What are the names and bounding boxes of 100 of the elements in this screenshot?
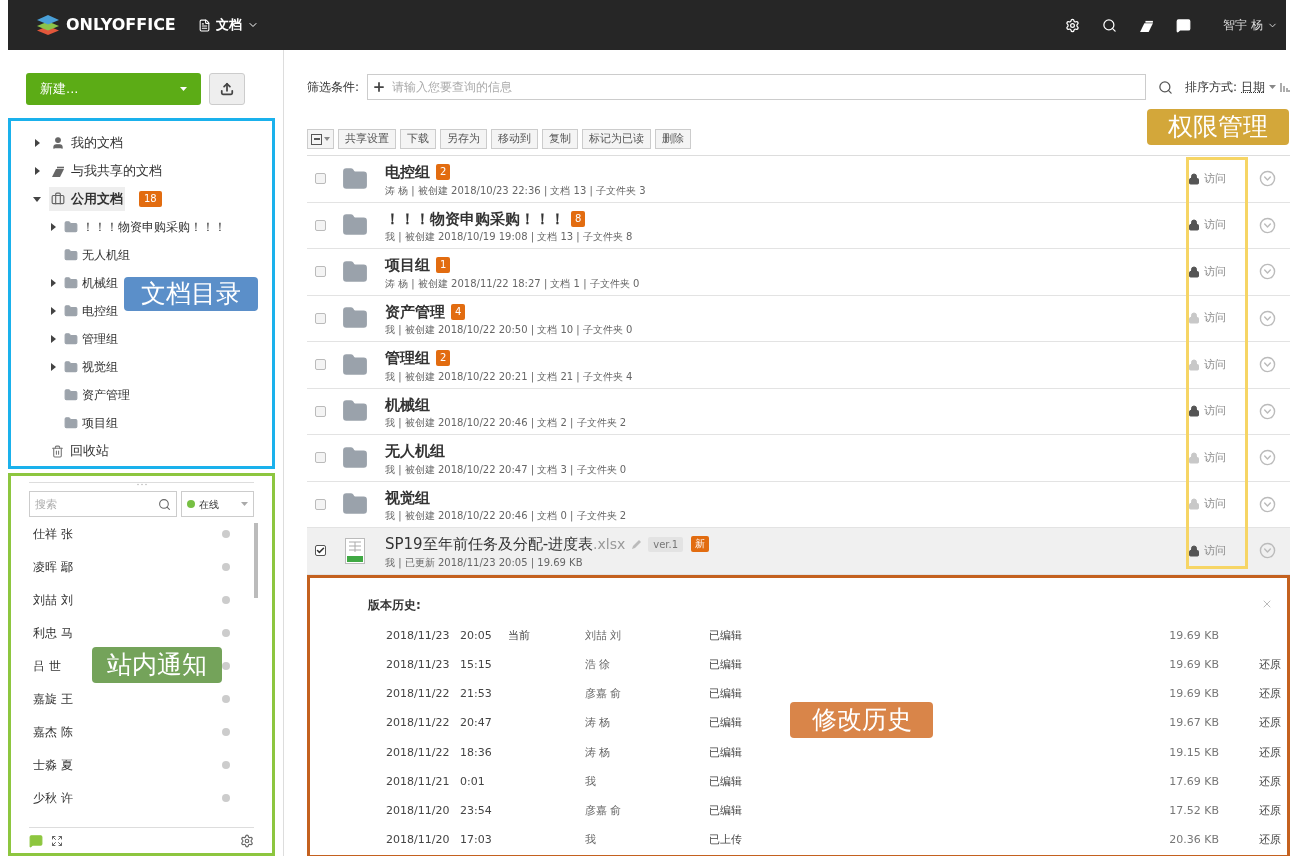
- restore-link[interactable]: 还原: [1259, 657, 1281, 674]
- version-tag[interactable]: ver.1: [648, 536, 684, 552]
- caret-icon[interactable]: [49, 223, 57, 231]
- tree-item[interactable]: 资产管理: [64, 386, 130, 404]
- restore-link[interactable]: 还原: [1259, 773, 1281, 791]
- tree-item[interactable]: 项目组: [64, 414, 118, 432]
- checkbox[interactable]: [315, 173, 326, 185]
- menu-icon[interactable]: [1258, 356, 1276, 374]
- file-row[interactable]: 无人机组 我 | 被创建 2018/10/22 20:47 | 文档 3 | 子文件夹 0 访问: [307, 435, 1290, 482]
- caret-icon[interactable]: [49, 335, 57, 343]
- file-row[interactable]: 机械组 我 | 被创建 2018/10/22 20:46 | 文档 2 | 子文件夹 2 访问: [307, 388, 1290, 435]
- tree-item[interactable]: 与我共享的文档: [49, 159, 164, 183]
- restore-link[interactable]: 还原: [1259, 802, 1281, 820]
- toolbar-button[interactable]: 共享设置: [338, 129, 396, 149]
- access-link[interactable]: 访问: [1204, 496, 1226, 513]
- checkbox[interactable]: [315, 219, 326, 231]
- restore-link[interactable]: 还原: [1259, 686, 1281, 703]
- file-row[interactable]: ！！！物资申购采购！！！ 8 我 | 被创建 2018/10/19 19:08 | 文档 13 | 子文件夹 8 访问: [307, 202, 1290, 249]
- menu-icon[interactable]: [1258, 495, 1276, 513]
- settings-icon[interactable]: [1065, 17, 1081, 33]
- upload-button[interactable]: [209, 73, 245, 105]
- search-icon[interactable]: [1102, 17, 1118, 33]
- contact-name[interactable]: 凌晖 鄢: [33, 557, 73, 576]
- item-title[interactable]: 项目组: [385, 254, 430, 277]
- module-menu[interactable]: 文档: [197, 15, 259, 35]
- restore-link[interactable]: 还原: [1259, 744, 1281, 762]
- caret-icon[interactable]: [33, 167, 41, 175]
- item-title[interactable]: 视觉组: [385, 486, 430, 509]
- item-title[interactable]: 机械组: [385, 393, 430, 416]
- file-row[interactable]: 电控组 2 涛 杨 | 被创建 2018/10/23 22:36 | 文档 13 | 子文件夹 3 访问: [307, 156, 1290, 203]
- checkbox[interactable]: [315, 359, 326, 371]
- sort-dropdown[interactable]: 日期: [1241, 78, 1276, 96]
- toolbar-button[interactable]: 删除: [655, 129, 691, 149]
- item-title[interactable]: ！！！物资申购采购！！！: [385, 207, 565, 230]
- contact-name[interactable]: 吕 世: [33, 656, 61, 675]
- search-icon[interactable]: [1157, 79, 1173, 95]
- checkbox[interactable]: [315, 405, 326, 417]
- caret-icon[interactable]: [49, 363, 57, 371]
- access-link[interactable]: 访问: [1204, 449, 1226, 466]
- restore-link[interactable]: 还原: [1259, 832, 1281, 849]
- tree-item[interactable]: 回收站: [49, 439, 111, 463]
- access-link[interactable]: 访问: [1204, 403, 1226, 420]
- access-link[interactable]: 访问: [1204, 217, 1226, 234]
- toolbar-button[interactable]: 下载: [400, 129, 436, 149]
- menu-icon[interactable]: [1258, 402, 1276, 420]
- access-link[interactable]: 访问: [1204, 310, 1226, 327]
- item-title[interactable]: 无人机组: [385, 440, 445, 463]
- caret-icon[interactable]: [49, 279, 57, 287]
- menu-icon[interactable]: [1258, 542, 1276, 560]
- access-link[interactable]: 访问: [1204, 263, 1226, 280]
- toolbar-button[interactable]: 另存为: [440, 129, 487, 149]
- menu-icon[interactable]: [1258, 449, 1276, 467]
- select-all-dropdown[interactable]: [307, 129, 334, 149]
- checkbox[interactable]: [315, 545, 326, 557]
- item-title[interactable]: 电控组: [385, 161, 430, 184]
- contact-name[interactable]: 士淼 夏: [33, 755, 73, 774]
- menu-icon[interactable]: [1258, 170, 1276, 188]
- sort-order-icon[interactable]: [1280, 82, 1290, 92]
- tree-item[interactable]: 公用文档: [49, 187, 125, 211]
- status-dropdown[interactable]: 在线: [181, 491, 254, 517]
- contact-name[interactable]: 利忠 马: [33, 623, 73, 642]
- search-box[interactable]: 搜索: [29, 491, 177, 517]
- contact-name[interactable]: 嘉旋 王: [33, 689, 73, 708]
- contact-name[interactable]: 仕祥 张: [33, 524, 73, 543]
- checkbox[interactable]: [315, 312, 326, 324]
- caret-icon[interactable]: [49, 307, 57, 315]
- toolbar-button[interactable]: 复制: [542, 129, 578, 149]
- contact-name[interactable]: 嘉杰 陈: [33, 722, 73, 741]
- item-title[interactable]: 管理组: [385, 347, 430, 370]
- tree-item[interactable]: 机械组: [64, 274, 118, 292]
- menu-icon[interactable]: [1258, 263, 1276, 281]
- toolbar-button[interactable]: 标记为已读: [582, 129, 651, 149]
- access-link[interactable]: 访问: [1204, 170, 1226, 187]
- toolbar-button[interactable]: 移动到: [491, 129, 538, 149]
- tree-item[interactable]: 管理组: [64, 330, 118, 348]
- add-filter-icon[interactable]: [372, 80, 387, 94]
- tree-item[interactable]: 视觉组: [64, 358, 118, 376]
- contact-name[interactable]: 刘喆 刘: [33, 590, 73, 609]
- restore-link[interactable]: 还原: [1259, 715, 1281, 732]
- item-title[interactable]: SP19至年前任务及分配-进度表: [385, 533, 594, 556]
- access-link[interactable]: 访问: [1204, 356, 1226, 373]
- file-row[interactable]: 项目组 1 涛 杨 | 被创建 2018/11/22 18:27 | 文档 1 | 子文件夹 0 访问: [307, 249, 1290, 296]
- checkbox[interactable]: [315, 498, 326, 510]
- tree-item[interactable]: 无人机组: [64, 246, 130, 264]
- file-row[interactable]: 管理组 2 我 | 被创建 2018/10/22 20:21 | 文档 21 | 子文件夹 4 访问: [307, 342, 1290, 389]
- user-menu[interactable]: 智宇 杨: [1223, 16, 1278, 34]
- checkbox[interactable]: [315, 452, 326, 464]
- search-field[interactable]: 搜索: [30, 492, 158, 516]
- item-title[interactable]: 资产管理: [385, 300, 445, 323]
- checkbox[interactable]: [315, 266, 326, 278]
- contact-name[interactable]: 少秋 许: [33, 788, 73, 807]
- menu-icon[interactable]: [1258, 216, 1276, 234]
- tree-item[interactable]: 我的文档: [49, 131, 125, 155]
- file-row[interactable]: SP19至年前任务及分配-进度表.xlsx ver.1 新 我 | 已更新 2018/11/23 20:05 | 19.69 KB 访问: [307, 528, 1290, 575]
- tree-item[interactable]: ！！！物资申购采购！！！: [64, 218, 226, 236]
- caret-icon[interactable]: [33, 139, 41, 147]
- file-row[interactable]: 资产管理 4 我 | 被创建 2018/10/22 20:50 | 文档 10 | 子文件夹 0 访问: [307, 295, 1290, 342]
- expand-icon[interactable]: [51, 834, 63, 847]
- caret-icon[interactable]: [33, 195, 41, 203]
- tree-item[interactable]: 电控组: [64, 302, 118, 320]
